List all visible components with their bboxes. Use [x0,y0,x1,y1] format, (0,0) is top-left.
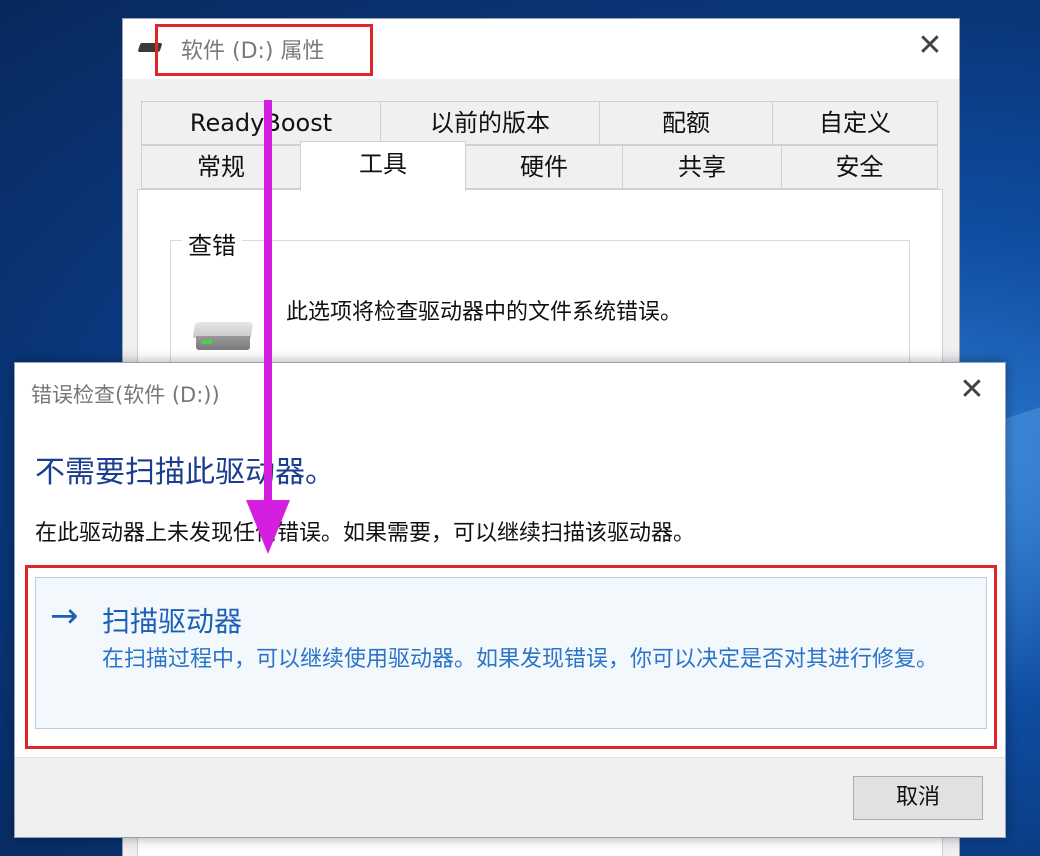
group-title: 查错 [182,226,242,261]
close-icon[interactable]: ✕ [957,375,987,405]
tab-sharing[interactable]: 共享 [622,145,782,189]
scan-highlight-box [25,565,997,749]
dialog-title: 错误检查(软件 (D:)) [31,383,220,407]
tab-general[interactable]: 常规 [141,145,301,189]
tab-tools[interactable]: 工具 [300,141,466,191]
cancel-button[interactable]: 取消 [853,776,983,820]
hard-drive-icon [192,322,254,352]
close-icon[interactable]: ✕ [915,31,945,61]
tab-customize[interactable]: 自定义 [772,101,938,145]
dialog-heading: 不需要扫描此驱动器。 [35,455,335,490]
title-highlight-box [155,24,373,76]
tab-quota[interactable]: 配额 [599,101,773,145]
tab-hardware[interactable]: 硬件 [465,145,623,189]
tab-previous-versions[interactable]: 以前的版本 [380,101,600,145]
tab-security[interactable]: 安全 [781,145,938,189]
desktop-background: 软件 (D:) 属性 ✕ ReadyBoost 以前的版本 配额 自定义 常规 … [0,0,1040,856]
dialog-footer: 取消 [15,757,1005,837]
properties-titlebar: 软件 (D:) 属性 ✕ [123,19,959,79]
check-description: 此选项将检查驱动器中的文件系统错误。 [286,300,683,325]
tab-readyboost[interactable]: ReadyBoost [141,101,381,145]
error-check-dialog: 错误检查(软件 (D:)) ✕ 不需要扫描此驱动器。 在此驱动器上未发现任何错误… [14,362,1006,838]
dialog-message: 在此驱动器上未发现任何错误。如果需要，可以继续扫描该驱动器。 [35,521,696,546]
